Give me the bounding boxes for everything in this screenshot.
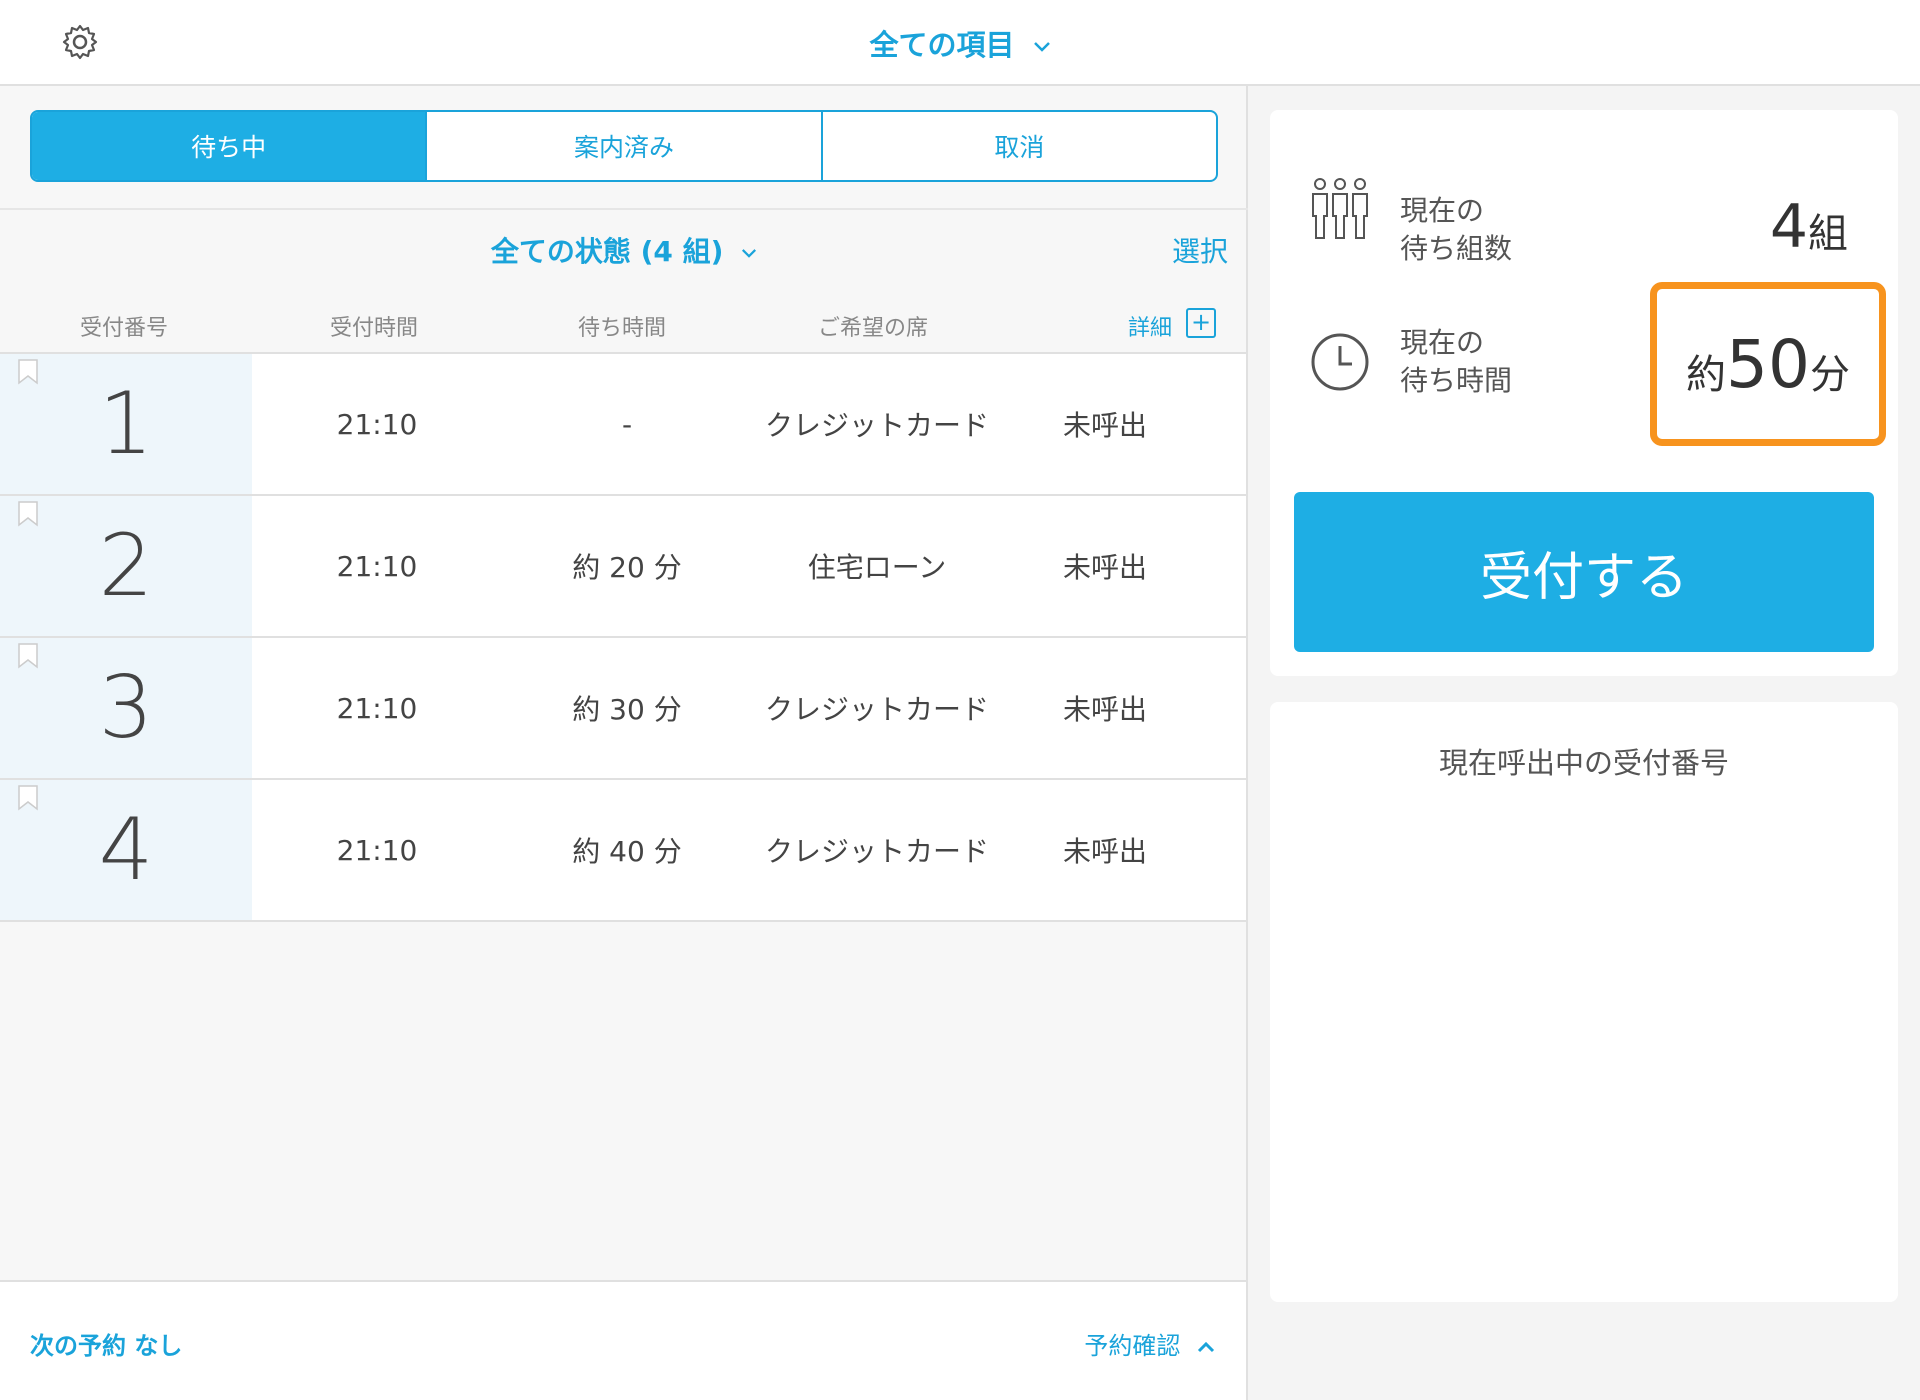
chevron-down-icon	[1033, 42, 1050, 52]
next-reservation: 次の予約 なし	[30, 1332, 183, 1360]
category-selector[interactable]: 全ての項目	[0, 22, 1920, 64]
header-time: 受付時間	[330, 316, 419, 341]
header-number: 受付番号	[80, 316, 169, 341]
groups-count: 4組	[1770, 192, 1848, 262]
table-row[interactable]: 1 21:10 - クレジットカード 未呼出	[0, 354, 1246, 496]
current-call-title: 現在呼出中の受付番号	[1438, 746, 1729, 780]
category-title: 全ての項目	[869, 28, 1015, 62]
clock-icon	[1311, 333, 1369, 391]
row-wait: 約 40 分	[572, 835, 682, 868]
row-status: 未呼出	[1062, 693, 1147, 726]
tab-cancelled[interactable]: 取消	[823, 112, 1216, 180]
people-icon	[1312, 178, 1368, 239]
status-filter-label: 全ての状態 (4 組)	[490, 235, 724, 268]
bookmark-icon[interactable]	[16, 500, 40, 528]
header-wait: 待ち時間	[578, 316, 667, 341]
table-row[interactable]: 4 21:10 約 40 分 クレジットカード 未呼出	[0, 780, 1246, 922]
table-row[interactable]: 3 21:10 約 30 分 クレジットカード 未呼出	[0, 638, 1246, 780]
reservation-confirm-label: 予約確認	[1084, 1332, 1181, 1360]
header-seat: ご希望の席	[818, 316, 929, 341]
footer-bar: 次の予約 なし 予約確認	[0, 1280, 1246, 1400]
queue-panel: 待ち中 案内済み 取消 全ての状態 (4 組) 選択 受付番号 受付時間 待ち時…	[0, 86, 1248, 1400]
row-seat: 住宅ローン	[807, 551, 947, 584]
status-tabs: 待ち中 案内済み 取消	[30, 110, 1218, 182]
current-call-card: 現在呼出中の受付番号	[1270, 702, 1898, 1302]
row-seat: クレジットカード	[764, 835, 989, 868]
wait-time-label-line1: 現在の	[1400, 326, 1485, 359]
table-row[interactable]: 2 21:10 約 20 分 住宅ローン 未呼出	[0, 496, 1246, 638]
row-status: 未呼出	[1062, 551, 1147, 584]
chevron-up-icon	[1197, 1341, 1215, 1353]
detail-link[interactable]: 詳細	[1128, 310, 1172, 342]
row-seat: クレジットカード	[764, 693, 989, 726]
column-headers: 受付番号 受付時間 待ち時間 ご希望の席 詳細 +	[0, 308, 1248, 342]
groups-label: 現在の 待ち組数	[1400, 192, 1512, 268]
wait-time-prefix: 約	[1686, 352, 1726, 398]
groups-label-line2: 待ち組数	[1400, 232, 1513, 265]
chevron-down-icon	[742, 248, 757, 258]
wait-time-value: 約 50 分	[1650, 282, 1886, 446]
row-time: 21:10	[336, 407, 418, 441]
queue-list: 1 21:10 - クレジットカード 未呼出 2 21:10 約 20 分 住宅…	[0, 352, 1246, 922]
row-seat: クレジットカード	[764, 409, 989, 442]
status-card: 現在の 待ち組数 4組 現在の 待ち時間 約 50 分 受付する	[1270, 110, 1898, 676]
row-wait: 約 20 分	[572, 551, 682, 584]
row-time: 21:10	[336, 833, 418, 867]
bookmark-icon[interactable]	[16, 642, 40, 670]
plus-icon[interactable]: +	[1186, 308, 1216, 338]
accept-button[interactable]: 受付する	[1294, 492, 1874, 652]
wait-time-label: 現在の 待ち時間	[1400, 324, 1512, 400]
row-status: 未呼出	[1062, 835, 1147, 868]
select-link[interactable]: 選択	[1172, 230, 1228, 270]
tab-waiting[interactable]: 待ち中	[32, 112, 428, 180]
row-time: 21:10	[336, 549, 418, 583]
row-time: 21:10	[336, 691, 418, 725]
status-filter[interactable]: 全ての状態 (4 組)	[0, 230, 1248, 270]
wait-time-label-line2: 待ち時間	[1400, 364, 1513, 397]
row-wait: 約 30 分	[572, 693, 682, 726]
tab-guided[interactable]: 案内済み	[427, 112, 823, 180]
row-wait: -	[621, 407, 633, 441]
row-status: 未呼出	[1062, 409, 1147, 442]
groups-label-line1: 現在の	[1400, 194, 1485, 227]
groups-count-value: 4	[1769, 192, 1808, 262]
wait-time-unit: 分	[1809, 352, 1850, 398]
groups-count-unit: 組	[1808, 211, 1848, 257]
wait-time-number: 50	[1726, 325, 1810, 403]
bookmark-icon[interactable]	[16, 358, 40, 386]
bookmark-icon[interactable]	[16, 784, 40, 812]
reservation-confirm-button[interactable]: 予約確認	[1084, 1326, 1216, 1361]
top-bar: 全ての項目	[0, 0, 1920, 86]
